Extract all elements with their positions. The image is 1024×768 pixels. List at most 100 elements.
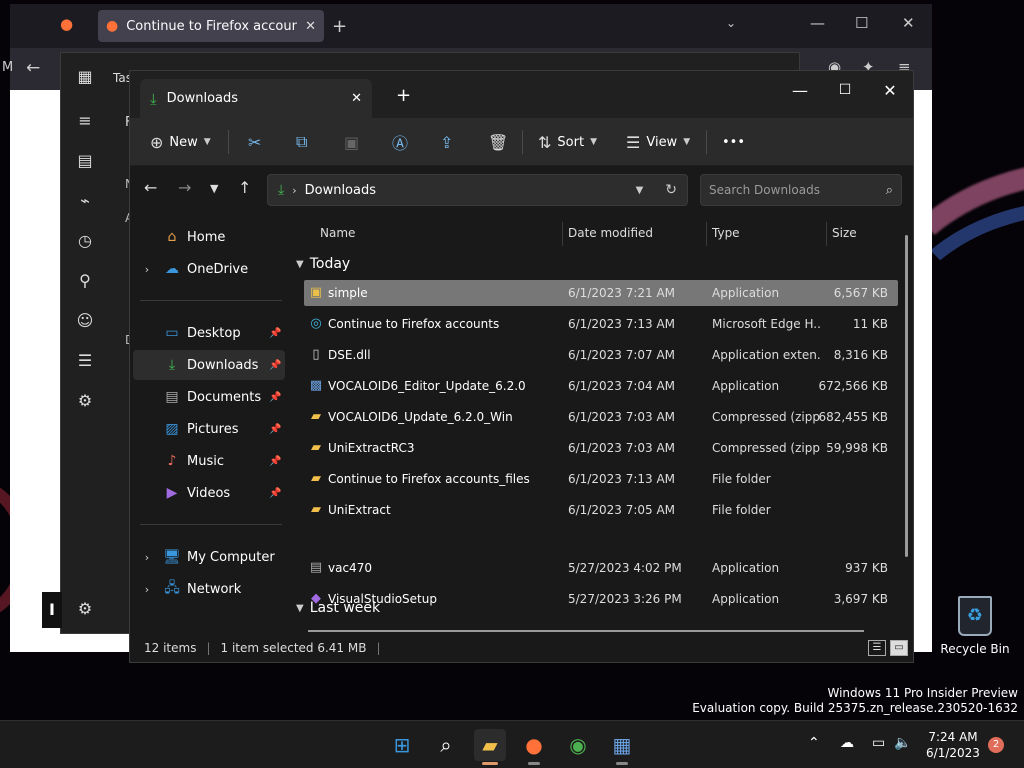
- chevron-down-icon[interactable]: ▼: [636, 185, 644, 196]
- cut-button[interactable]: ✂: [248, 126, 261, 158]
- folder-icon: ▰: [311, 502, 321, 517]
- delete-button[interactable]: 🗑: [488, 126, 508, 158]
- pin-icon[interactable]: 📌: [269, 488, 285, 499]
- refresh-icon[interactable]: ↻: [665, 182, 677, 198]
- navigation-pane: ⌂ Home › ☁ OneDrive ▭ Desktop 📌 ⤓ Downlo…: [130, 214, 290, 634]
- close-tab-icon[interactable]: ✕: [305, 19, 316, 34]
- explorer-tab-title: Downloads: [166, 91, 239, 106]
- copy-button[interactable]: ⧉: [296, 126, 307, 158]
- file-row[interactable]: ▩ VOCALOID6_Editor_Update_6.2.0 6/1/2023…: [304, 373, 898, 399]
- nav-item-music[interactable]: ♪ Music 📌: [133, 446, 285, 476]
- list-tabs-icon[interactable]: ⌄: [726, 16, 736, 30]
- taskbar-firefox[interactable]: ●: [518, 729, 550, 765]
- column-type[interactable]: Type: [712, 226, 740, 240]
- file-row[interactable]: ◎ Continue to Firefox accounts 6/1/2023 …: [304, 311, 898, 337]
- nav-item-network[interactable]: › 🖧 Network: [133, 574, 285, 604]
- file-row[interactable]: ▰ UniExtract 6/1/2023 7:05 AM File folde…: [304, 497, 898, 523]
- nav-item-home[interactable]: ⌂ Home: [133, 222, 285, 252]
- nav-item-documents[interactable]: ▤ Documents 📌: [133, 382, 285, 412]
- pin-icon[interactable]: 📌: [269, 392, 285, 403]
- close-icon[interactable]: ✕: [868, 75, 912, 105]
- history-icon[interactable]: ◷: [75, 231, 95, 251]
- chevron-right-icon[interactable]: ›: [133, 551, 161, 564]
- taskbar-file-explorer[interactable]: ▰: [474, 729, 506, 765]
- recent-locations-icon[interactable]: ▼: [210, 182, 218, 195]
- nav-item-desktop[interactable]: ▭ Desktop 📌: [133, 318, 285, 348]
- column-size[interactable]: Size: [832, 226, 857, 240]
- details-icon[interactable]: ☰: [75, 351, 95, 371]
- sort-button[interactable]: ⇅ Sort ▼: [538, 126, 597, 158]
- group-header-today[interactable]: ▼ Today: [296, 256, 350, 272]
- file-row[interactable]: ▣ simple 6/1/2023 7:21 AM Application 6,…: [304, 280, 898, 306]
- pin-icon[interactable]: 📌: [269, 456, 285, 467]
- running-indicator: [616, 762, 628, 765]
- nav-item-pictures[interactable]: ▨ Pictures 📌: [133, 414, 285, 444]
- close-icon[interactable]: ✕: [902, 14, 915, 32]
- vertical-scrollbar[interactable]: [905, 235, 908, 557]
- chevron-right-icon[interactable]: ›: [133, 263, 161, 276]
- share-button[interactable]: ⇪: [440, 126, 453, 158]
- new-tab-icon[interactable]: +: [396, 85, 411, 106]
- nav-item-my-computer[interactable]: › 🖥 My Computer: [133, 542, 285, 572]
- pin-icon[interactable]: 📌: [269, 424, 285, 435]
- file-explorer-window[interactable]: ⤓ Downloads ✕ + — ☐ ✕ ⊕ New ▼ ✂ ⧉ ▣ Ⓐ ⇪ …: [129, 70, 914, 663]
- address-bar[interactable]: ⤓ › Downloads ▼ ↻: [267, 174, 688, 206]
- services-icon[interactable]: ⚙: [75, 391, 95, 411]
- minimize-icon[interactable]: —: [778, 75, 822, 105]
- tiles-view-icon[interactable]: ▭: [890, 640, 908, 656]
- users-icon[interactable]: ☺: [75, 311, 95, 331]
- hamburger-icon[interactable]: ≡: [75, 111, 95, 131]
- performance-icon[interactable]: ⌁: [75, 191, 95, 211]
- minimize-icon[interactable]: —: [810, 14, 825, 32]
- taskbar-task-manager[interactable]: ▦: [606, 729, 638, 765]
- onedrive-offline-icon[interactable]: ☁: [840, 735, 854, 751]
- explorer-tab[interactable]: ⤓ Downloads ✕: [140, 79, 372, 118]
- file-row[interactable]: ▰ Continue to Firefox accounts_files 6/1…: [304, 466, 898, 492]
- column-name[interactable]: Name: [320, 226, 355, 240]
- forward-icon[interactable]: →: [178, 178, 191, 197]
- up-icon[interactable]: ↑: [238, 178, 251, 197]
- search-button[interactable]: ⌕: [430, 729, 462, 761]
- volume-icon[interactable]: 🔈: [894, 735, 911, 751]
- taskbar-chrome[interactable]: ◉: [562, 729, 594, 761]
- horizontal-scrollbar[interactable]: [308, 630, 864, 632]
- chevron-up-icon[interactable]: ⌃: [808, 735, 820, 751]
- settings-icon[interactable]: ⚙: [75, 599, 95, 619]
- file-row[interactable]: ▰ VOCALOID6_Update_6.2.0_Win 6/1/2023 7:…: [304, 404, 898, 430]
- column-date-modified[interactable]: Date modified: [568, 226, 653, 240]
- firefox-icon[interactable]: ●: [60, 15, 73, 33]
- details-view-icon[interactable]: ☰: [868, 640, 886, 656]
- nav-item-label: Downloads: [187, 357, 259, 373]
- pin-icon[interactable]: 📌: [269, 328, 285, 339]
- taskbar-clock[interactable]: 7:24 AM 6/1/2023: [918, 729, 988, 761]
- view-button[interactable]: ☰ View ▼: [626, 126, 690, 158]
- nav-item-downloads[interactable]: ⤓ Downloads 📌: [133, 350, 285, 380]
- back-icon[interactable]: ←: [26, 58, 40, 78]
- nav-item-videos[interactable]: ▶ Videos 📌: [133, 478, 285, 508]
- maximize-icon[interactable]: ☐: [855, 14, 868, 32]
- running-indicator: [482, 762, 498, 765]
- nav-item-onedrive[interactable]: › ☁ OneDrive: [133, 254, 285, 284]
- rename-button[interactable]: Ⓐ: [392, 126, 408, 158]
- paste-button[interactable]: ▣: [344, 126, 359, 158]
- firefox-tab[interactable]: ● Continue to Firefox accounts ✕: [98, 10, 324, 42]
- start-button[interactable]: ⊞: [386, 729, 418, 761]
- startup-icon[interactable]: ⚲: [75, 271, 95, 291]
- notification-badge[interactable]: 2: [988, 737, 1004, 753]
- recycle-bin-shortcut[interactable]: ♻ Recycle Bin: [940, 596, 1010, 656]
- new-button[interactable]: ⊕ New ▼: [150, 126, 211, 158]
- search-input[interactable]: Search Downloads ⌕: [700, 174, 902, 206]
- new-tab-icon[interactable]: +: [332, 16, 347, 37]
- processes-icon[interactable]: ▤: [75, 151, 95, 171]
- pin-icon[interactable]: 📌: [269, 360, 285, 371]
- download-icon: ⤓: [278, 182, 285, 198]
- close-tab-icon[interactable]: ✕: [351, 91, 362, 106]
- network-icon[interactable]: ▭: [872, 735, 885, 751]
- file-row[interactable]: ▰ UniExtractRC3 6/1/2023 7:03 AM Compres…: [304, 435, 898, 461]
- file-row[interactable]: ▯ DSE.dll 6/1/2023 7:07 AM Application e…: [304, 342, 898, 368]
- maximize-icon[interactable]: ☐: [823, 75, 867, 105]
- chevron-right-icon[interactable]: ›: [133, 583, 161, 596]
- back-icon[interactable]: ←: [144, 178, 157, 197]
- more-options-button[interactable]: •••: [722, 126, 745, 158]
- group-header-last-week[interactable]: ▼ Last week: [296, 600, 380, 616]
